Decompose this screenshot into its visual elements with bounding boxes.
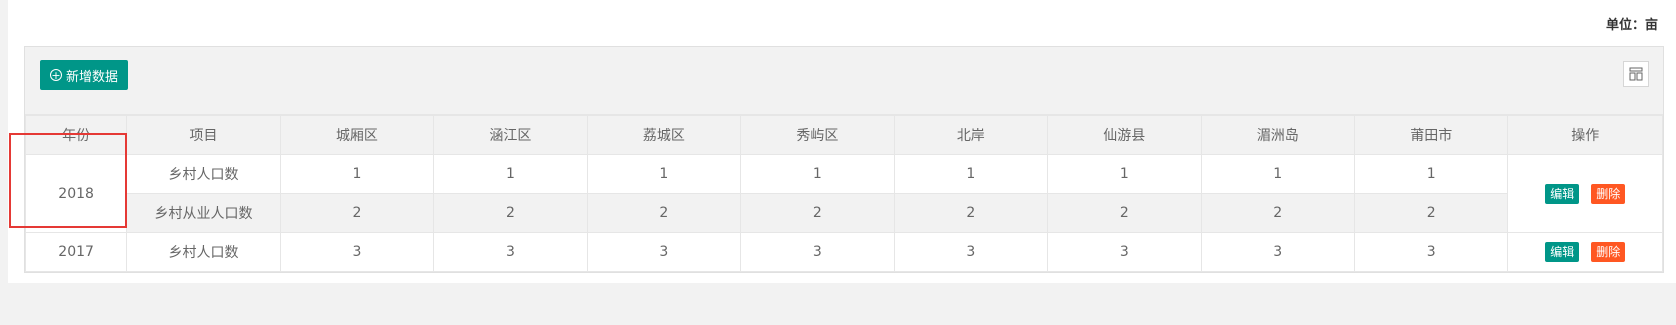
plus-circle-icon: +	[50, 68, 62, 82]
delete-button[interactable]: 删除	[1591, 242, 1626, 262]
value-cell: 2	[433, 193, 588, 233]
column-filter-button[interactable]	[1623, 61, 1649, 87]
data-table: 年份 项目 城厢区 涵江区 荔城区 秀屿区 北岸 仙游县 湄洲岛 莆田市 操作 …	[24, 115, 1663, 272]
table-toolbar: + 新增数据	[25, 47, 1663, 115]
value-cell: 3	[279, 232, 435, 272]
value-cell: 3	[1200, 232, 1355, 272]
table-header-row: 年份 项目 城厢区 涵江区 荔城区 秀屿区 北岸 仙游县 湄洲岛 莆田市 操作	[24, 115, 1663, 155]
edit-button[interactable]: 编辑	[1545, 183, 1580, 204]
header-beian[interactable]: 北岸	[893, 115, 1049, 155]
data-card: + 新增数据 年份 项目 城厢区 涵江区 荔城区 秀屿区 北岸 仙游县 湄洲岛 …	[24, 46, 1664, 273]
value-cell: 2	[279, 193, 435, 233]
add-data-button[interactable]: + 新增数据	[40, 60, 129, 90]
actions-cell: 编辑 删除	[1507, 232, 1663, 272]
edit-button[interactable]: 编辑	[1545, 242, 1580, 262]
year-cell: 2017	[24, 232, 128, 272]
header-chengxiang[interactable]: 城厢区	[279, 115, 435, 155]
value-cell: 3	[1047, 232, 1202, 272]
table-row: 2017 乡村人口数 3 3 3 3 3 3 3 3 编辑 删除	[24, 232, 1663, 272]
header-hanjiang[interactable]: 涵江区	[433, 115, 588, 155]
actions-cell: 编辑 删除	[1507, 154, 1663, 233]
unit-label: 单位：亩	[1605, 18, 1658, 33]
value-cell: 3	[740, 232, 895, 272]
value-cell: 1	[1353, 154, 1509, 194]
value-cell: 3	[893, 232, 1049, 272]
header-item[interactable]: 项目	[126, 115, 281, 155]
value-cell: 2	[1047, 193, 1202, 233]
value-cell: 1	[433, 154, 588, 194]
value-cell: 2	[1353, 193, 1509, 233]
value-cell: 3	[586, 232, 742, 272]
value-cell: 2	[586, 193, 742, 233]
header-putian[interactable]: 莆田市	[1353, 115, 1509, 155]
columns-grid-icon	[1629, 67, 1643, 81]
year-cell: 2018	[24, 154, 128, 233]
value-cell: 3	[433, 232, 588, 272]
header-licheng[interactable]: 荔城区	[586, 115, 742, 155]
header-actions: 操作	[1507, 115, 1663, 155]
item-cell: 乡村人口数	[126, 154, 281, 194]
item-cell: 乡村从业人口数	[126, 193, 281, 233]
header-xianyou[interactable]: 仙游县	[1047, 115, 1202, 155]
value-cell: 2	[893, 193, 1049, 233]
content-panel: 单位：亩 + 新增数据 年份 项目 城厢区 涵江区 荔城区 秀屿区 北岸 仙游县…	[8, 0, 1676, 283]
value-cell: 1	[1047, 154, 1202, 194]
value-cell: 1	[279, 154, 435, 194]
item-cell: 乡村人口数	[126, 232, 281, 272]
header-year[interactable]: 年份	[24, 115, 128, 155]
table-row: 乡村从业人口数 2 2 2 2 2 2 2 2	[26, 193, 1663, 233]
value-cell: 1	[586, 154, 742, 194]
value-cell: 2	[1200, 193, 1355, 233]
value-cell: 2	[740, 193, 895, 233]
delete-button[interactable]: 删除	[1591, 183, 1626, 204]
table-row: 2018 乡村人口数 1 1 1 1 1 1 1 1 编辑 删除	[24, 154, 1663, 233]
header-xiuyu[interactable]: 秀屿区	[740, 115, 895, 155]
add-data-label: 新增数据	[66, 69, 119, 85]
value-cell: 1	[893, 154, 1049, 194]
value-cell: 1	[740, 154, 895, 194]
header-meizhou[interactable]: 湄洲岛	[1200, 115, 1355, 155]
value-cell: 3	[1353, 232, 1509, 272]
value-cell: 1	[1200, 154, 1355, 194]
